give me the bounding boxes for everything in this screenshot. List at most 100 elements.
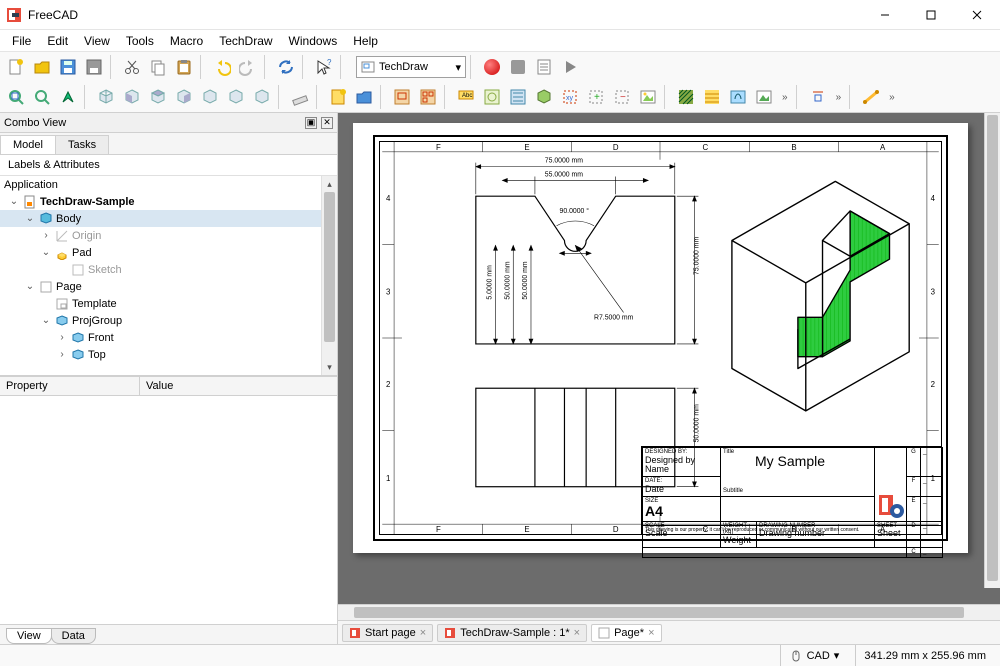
insert-spreadsheet-icon[interactable] [532,85,556,109]
fit-selection-icon[interactable] [30,85,54,109]
menu-view[interactable]: View [76,32,118,50]
svg-text:E: E [524,143,529,152]
svg-text:Abc: Abc [462,93,472,99]
svg-text:4: 4 [931,194,936,203]
view-rear-icon[interactable] [198,85,222,109]
clip-remove-icon[interactable]: − [610,85,634,109]
copy-icon[interactable] [146,55,170,79]
clip-group-icon[interactable]: xy [558,85,582,109]
dimension-icon[interactable] [806,85,830,109]
template-icon [55,297,69,311]
menu-macro[interactable]: Macro [162,32,211,50]
doctab-page[interactable]: Page*× [591,624,661,642]
fit-all-icon[interactable] [4,85,28,109]
view-left-icon[interactable] [250,85,274,109]
measure-icon[interactable] [288,85,312,109]
macro-list-icon[interactable] [532,55,556,79]
view-front-icon[interactable] [120,85,144,109]
macro-record-icon[interactable] [480,55,504,79]
symbol-icon[interactable] [726,85,750,109]
canvas-scrollbar-h[interactable] [338,604,1000,620]
macro-stop-icon[interactable] [506,55,530,79]
page-icon [598,627,610,639]
panel-float-button[interactable]: ▣ [305,117,317,129]
tree-application[interactable]: Application [0,176,337,193]
cut-icon[interactable] [120,55,144,79]
menu-tools[interactable]: Tools [118,32,162,50]
view-bottom-icon[interactable] [224,85,248,109]
decorate-icon[interactable] [859,85,883,109]
tree-pad[interactable]: ⌄Pad [0,244,337,261]
workbench-selector[interactable]: TechDraw ▾ [356,56,466,78]
draw-style-icon[interactable] [56,85,80,109]
prop-col-property: Property [0,377,140,395]
maximize-button[interactable] [908,0,954,29]
clip-add-icon[interactable]: + [584,85,608,109]
export-svg-icon[interactable] [752,85,776,109]
insert-image-icon[interactable] [636,85,660,109]
annotation-icon[interactable]: Abc [454,85,478,109]
bottom-tab-view[interactable]: View [6,628,52,644]
title-block[interactable]: DESIGNED BY:Designed by Name Title Subti… [641,446,941,534]
tree-page[interactable]: ⌄Page [0,278,337,295]
tree-template[interactable]: Template [0,295,337,312]
tree-projgroup[interactable]: ⌄ProjGroup [0,312,337,329]
new-page-icon[interactable] [326,85,350,109]
bottom-tab-data[interactable]: Data [51,628,96,644]
nav-style-selector[interactable]: CAD▾ [780,645,848,666]
tree-doc[interactable]: ⌄TechDraw-Sample [0,193,337,210]
drawing-canvas[interactable]: FEDCBA FEDCBA 4321 4321 [338,113,1000,604]
drawing-page[interactable]: FEDCBA FEDCBA 4321 4321 [353,123,968,553]
tree-body[interactable]: ⌄Body [0,210,337,227]
view-iso-icon[interactable] [94,85,118,109]
tree-scrollbar[interactable]: ▴▾ [321,176,337,375]
close-tab-icon[interactable]: × [420,627,426,639]
panel-close-button[interactable]: ✕ [321,117,333,129]
tree-top[interactable]: ›Top [0,346,337,363]
tab-tasks[interactable]: Tasks [55,135,109,154]
doctab-sample[interactable]: TechDraw-Sample : 1*× [437,624,587,642]
toolbar-overflow-2[interactable]: » [832,92,846,103]
new-page-template-icon[interactable] [352,85,376,109]
redo-icon[interactable] [236,55,260,79]
svg-text:?: ? [327,58,332,67]
tab-model[interactable]: Model [0,135,56,154]
save-icon[interactable] [56,55,80,79]
menu-windows[interactable]: Windows [281,32,346,50]
tree-sketch[interactable]: Sketch [0,261,337,278]
view-right-icon[interactable] [172,85,196,109]
save-as-icon[interactable] [82,55,106,79]
menu-file[interactable]: File [4,32,39,50]
insert-draft-icon[interactable] [480,85,504,109]
insert-arch-icon[interactable] [506,85,530,109]
geom-hatch-icon[interactable] [700,85,724,109]
whatsthis-icon[interactable]: ? [312,55,336,79]
open-file-icon[interactable] [30,55,54,79]
minimize-button[interactable] [862,0,908,29]
property-grid[interactable]: PropertyValue [0,376,337,624]
doctab-start[interactable]: Start page× [342,624,433,642]
menu-techdraw[interactable]: TechDraw [211,32,280,50]
close-tab-icon[interactable]: × [574,627,580,639]
document-tabs: Start page× TechDraw-Sample : 1*× Page*× [338,620,1000,644]
view-top-icon[interactable] [146,85,170,109]
chevron-down-icon: ▾ [455,61,461,74]
macro-run-icon[interactable] [558,55,582,79]
toolbar-overflow-1[interactable]: » [778,92,792,103]
toolbar-overflow-3[interactable]: » [885,92,899,103]
insert-view-icon[interactable] [390,85,414,109]
undo-icon[interactable] [210,55,234,79]
menu-help[interactable]: Help [345,32,386,50]
tree-origin[interactable]: ›Origin [0,227,337,244]
close-button[interactable] [954,0,1000,29]
close-tab-icon[interactable]: × [648,627,654,639]
paste-icon[interactable] [172,55,196,79]
new-file-icon[interactable] [4,55,28,79]
model-tree[interactable]: Application ⌄TechDraw-Sample ⌄Body ›Orig… [0,176,337,376]
canvas-scrollbar-v[interactable] [984,113,1000,588]
tree-front[interactable]: ›Front [0,329,337,346]
hatch-icon[interactable] [674,85,698,109]
insert-projgroup-icon[interactable] [416,85,440,109]
refresh-icon[interactable] [274,55,298,79]
menu-edit[interactable]: Edit [39,32,76,50]
